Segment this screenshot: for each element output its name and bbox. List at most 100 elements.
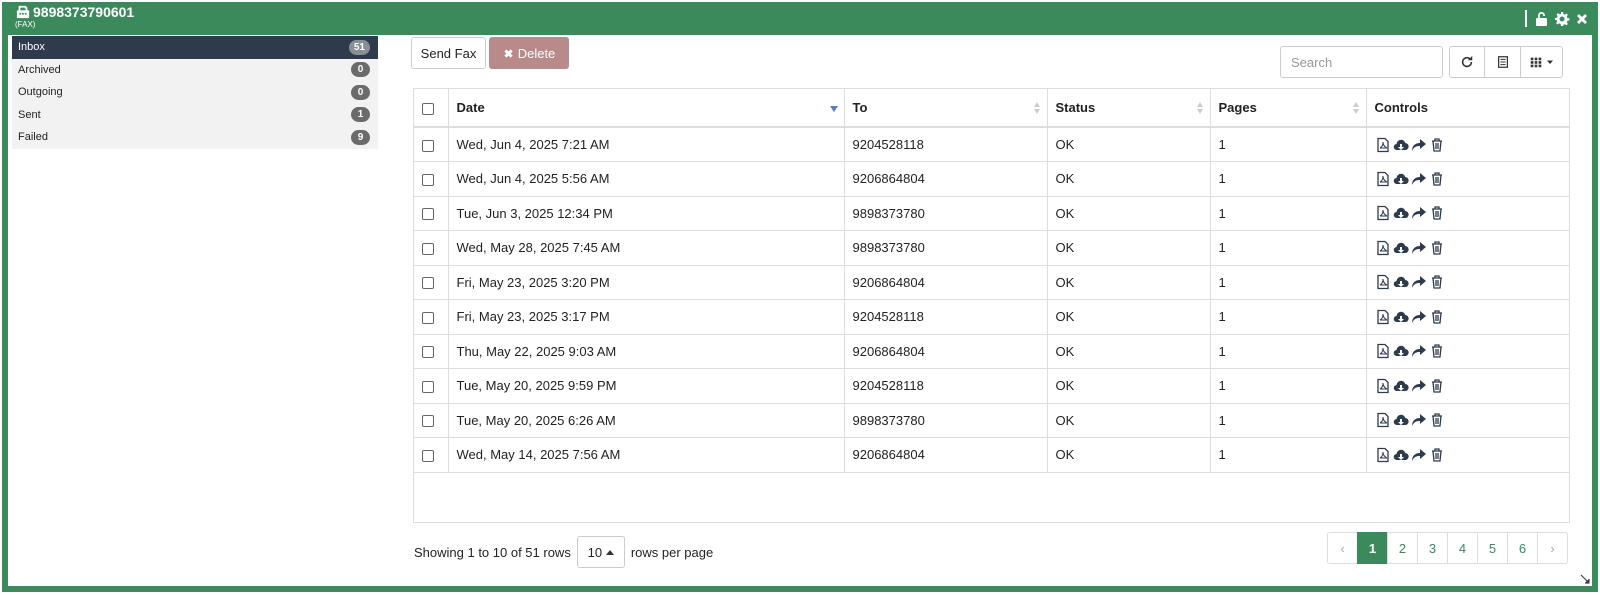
trash-icon[interactable] xyxy=(1429,171,1445,187)
cloud-download-icon[interactable] xyxy=(1393,137,1409,153)
header-to[interactable]: To xyxy=(844,89,1048,128)
cloud-download-icon[interactable] xyxy=(1393,309,1409,325)
table-row[interactable]: Fri, May 23, 2025 3:20 PM 9206864804 OK … xyxy=(414,265,1569,300)
forward-icon[interactable] xyxy=(1411,412,1427,428)
sidebar-item-outgoing[interactable]: Outgoing 0 xyxy=(12,81,378,104)
row-checkbox[interactable] xyxy=(422,449,434,462)
pdf-icon[interactable] xyxy=(1375,412,1391,428)
forward-icon[interactable] xyxy=(1411,309,1427,325)
pdf-icon[interactable] xyxy=(1375,137,1391,153)
pdf-icon[interactable] xyxy=(1375,240,1391,256)
trash-icon[interactable] xyxy=(1429,447,1445,463)
table-row[interactable]: Wed, Jun 4, 2025 5:56 AM 9206864804 OK 1 xyxy=(414,161,1569,197)
cloud-download-icon[interactable] xyxy=(1393,343,1409,359)
row-controls xyxy=(1375,171,1562,187)
forward-icon[interactable] xyxy=(1411,137,1427,153)
forward-icon[interactable] xyxy=(1411,447,1427,463)
row-checkbox[interactable] xyxy=(422,311,434,324)
row-checkbox[interactable] xyxy=(422,346,434,359)
row-checkbox[interactable] xyxy=(422,415,434,428)
page-prev-button[interactable]: ‹ xyxy=(1327,532,1358,564)
toggle-view-button[interactable] xyxy=(1485,46,1521,78)
unlock-icon[interactable] xyxy=(1534,11,1550,27)
send-fax-button[interactable]: Send Fax xyxy=(411,37,486,69)
table-row[interactable]: Tue, May 20, 2025 9:59 PM 9204528118 OK … xyxy=(414,368,1569,404)
header-pages[interactable]: Pages xyxy=(1210,89,1367,128)
table-row[interactable]: Thu, May 22, 2025 9:03 AM 9206864804 OK … xyxy=(414,334,1569,369)
header-date[interactable]: Date xyxy=(448,89,845,128)
pdf-icon[interactable] xyxy=(1375,309,1391,325)
sidebar-item-sent[interactable]: Sent 1 xyxy=(12,104,378,127)
forward-icon[interactable] xyxy=(1411,378,1427,394)
table-row[interactable]: Tue, Jun 3, 2025 12:34 PM 9898373780 OK … xyxy=(414,196,1569,231)
resize-handle-icon[interactable] xyxy=(1580,574,1590,584)
fax-icon xyxy=(16,5,30,19)
row-checkbox[interactable] xyxy=(422,208,434,221)
header-status[interactable]: Status xyxy=(1047,89,1211,128)
table-row[interactable]: Tue, May 20, 2025 6:26 AM 9898373780 OK … xyxy=(414,403,1569,438)
delete-button[interactable]: Delete xyxy=(489,37,569,69)
forward-icon[interactable] xyxy=(1411,240,1427,256)
trash-icon[interactable] xyxy=(1429,205,1445,221)
to-cell: 9206864804 xyxy=(844,265,1048,300)
cloud-download-icon[interactable] xyxy=(1393,378,1409,394)
row-checkbox[interactable] xyxy=(422,242,434,255)
row-controls xyxy=(1375,137,1562,153)
pdf-icon[interactable] xyxy=(1375,447,1391,463)
rows-per-page-select[interactable]: 10 xyxy=(576,536,625,568)
trash-icon[interactable] xyxy=(1429,412,1445,428)
pdf-icon[interactable] xyxy=(1375,205,1391,221)
page-button-1[interactable]: 1 xyxy=(1357,532,1388,564)
cloud-download-icon[interactable] xyxy=(1393,412,1409,428)
sidebar-item-inbox[interactable]: Inbox 51 xyxy=(12,36,378,59)
refresh-button[interactable] xyxy=(1449,46,1485,78)
window-controls xyxy=(1525,10,1590,27)
page-button-3[interactable]: 3 xyxy=(1417,532,1448,564)
trash-icon[interactable] xyxy=(1429,274,1445,290)
select-all-checkbox[interactable] xyxy=(422,102,434,115)
page-button-4[interactable]: 4 xyxy=(1447,532,1478,564)
pdf-icon[interactable] xyxy=(1375,274,1391,290)
pdf-icon[interactable] xyxy=(1375,378,1391,394)
cloud-download-icon[interactable] xyxy=(1393,205,1409,221)
forward-icon[interactable] xyxy=(1411,274,1427,290)
table-row[interactable]: Fri, May 23, 2025 3:17 PM 9204528118 OK … xyxy=(414,299,1569,335)
page-button-2[interactable]: 2 xyxy=(1387,532,1418,564)
cloud-download-icon[interactable] xyxy=(1393,240,1409,256)
date-cell: Tue, Jun 3, 2025 12:34 PM xyxy=(448,196,845,231)
forward-icon[interactable] xyxy=(1411,171,1427,187)
row-controls xyxy=(1375,309,1562,325)
trash-icon[interactable] xyxy=(1429,309,1445,325)
cloud-download-icon[interactable] xyxy=(1393,447,1409,463)
forward-icon[interactable] xyxy=(1411,205,1427,221)
table-row[interactable]: Wed, Jun 4, 2025 7:21 AM 9204528118 OK 1 xyxy=(414,127,1569,162)
trash-icon[interactable] xyxy=(1429,137,1445,153)
separator xyxy=(1525,10,1527,27)
page-button-6[interactable]: 6 xyxy=(1507,532,1538,564)
row-checkbox[interactable] xyxy=(422,173,434,186)
page-button-5[interactable]: 5 xyxy=(1477,532,1508,564)
row-checkbox[interactable] xyxy=(422,139,434,152)
sidebar-item-failed[interactable]: Failed 9 xyxy=(12,126,378,149)
cloud-download-icon[interactable] xyxy=(1393,171,1409,187)
row-checkbox[interactable] xyxy=(422,380,434,393)
cloud-download-icon[interactable] xyxy=(1393,274,1409,290)
table-row[interactable]: Wed, May 14, 2025 7:56 AM 9206864804 OK … xyxy=(414,437,1569,473)
trash-icon[interactable] xyxy=(1429,378,1445,394)
close-icon[interactable] xyxy=(1574,11,1590,27)
row-checkbox[interactable] xyxy=(422,277,434,290)
pages-cell: 1 xyxy=(1210,403,1367,438)
forward-icon[interactable] xyxy=(1411,343,1427,359)
pdf-icon[interactable] xyxy=(1375,171,1391,187)
gear-icon[interactable] xyxy=(1554,11,1570,27)
sidebar-item-archived[interactable]: Archived 0 xyxy=(12,59,378,82)
pages-cell: 1 xyxy=(1210,196,1367,231)
pdf-icon[interactable] xyxy=(1375,343,1391,359)
trash-icon[interactable] xyxy=(1429,240,1445,256)
trash-icon[interactable] xyxy=(1429,343,1445,359)
columns-button[interactable] xyxy=(1521,46,1563,78)
table-row[interactable]: Wed, May 28, 2025 7:45 AM 9898373780 OK … xyxy=(414,230,1569,266)
page-next-button[interactable]: › xyxy=(1537,532,1568,564)
search-input[interactable] xyxy=(1280,46,1443,78)
row-controls xyxy=(1375,378,1562,394)
